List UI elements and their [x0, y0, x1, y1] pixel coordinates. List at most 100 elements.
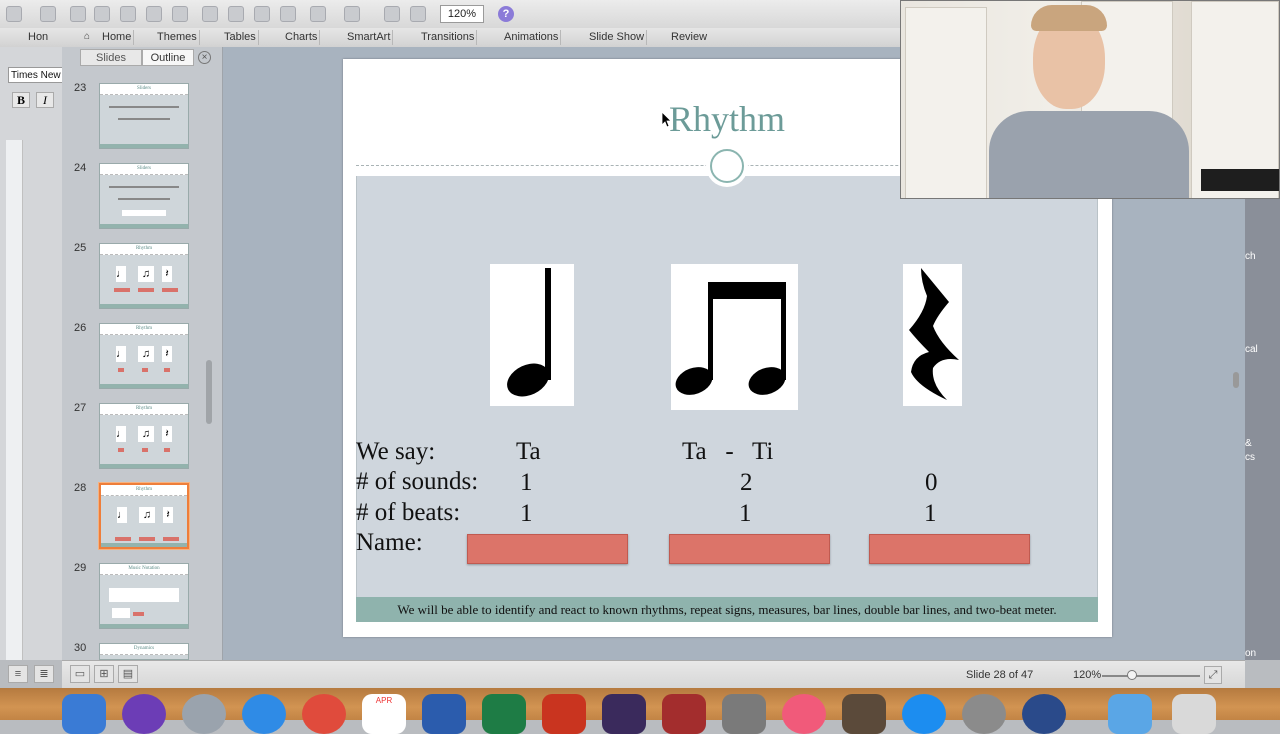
slide-thumbnail-23[interactable]: Sliders: [99, 83, 189, 149]
thumb-number: 25: [74, 242, 87, 254]
slides-view-tab[interactable]: Slides: [80, 49, 142, 66]
name-answer-box-3[interactable]: [869, 534, 1030, 564]
we-say-label: We say:: [356, 438, 436, 465]
edge-text: on: [1245, 648, 1257, 659]
cut-icon[interactable]: [202, 6, 218, 22]
redo-icon[interactable]: [344, 6, 360, 22]
music-app-icon[interactable]: [602, 694, 646, 734]
thumb-number: 30: [74, 642, 87, 654]
quarter-note-icon: [507, 268, 551, 397]
eighth-notes-icon: [675, 282, 786, 395]
tab-transitions[interactable]: Transitions: [419, 30, 478, 45]
editor-scrollbar[interactable]: [1233, 372, 1239, 388]
word-icon[interactable]: [422, 694, 466, 734]
chrome-icon[interactable]: [302, 694, 346, 734]
zoom-slider[interactable]: [1102, 675, 1200, 677]
copy-icon[interactable]: [228, 6, 244, 22]
fit-to-window-icon[interactable]: ⤢: [1204, 666, 1222, 684]
tab-smartart[interactable]: SmartArt: [345, 30, 394, 45]
excel-icon[interactable]: [482, 694, 526, 734]
quarter-note-image[interactable]: [490, 264, 574, 406]
presenter-view-icon[interactable]: ▤: [118, 665, 138, 683]
panel-scrollbar[interactable]: [206, 360, 212, 424]
outline-view-icon[interactable]: ≣: [34, 665, 54, 683]
slide-thumbnail-26[interactable]: Rhythm ♩ ♫ 𝄽: [99, 323, 189, 389]
edge-text: cs: [1245, 452, 1255, 463]
col2-beats: 1: [739, 500, 752, 527]
tab-themes[interactable]: Themes: [155, 30, 200, 45]
tab-home[interactable]: Home: [100, 30, 135, 45]
quarter-rest-icon: [909, 268, 959, 400]
safari-icon[interactable]: [242, 694, 286, 734]
paste-icon[interactable]: [254, 6, 270, 22]
slide-thumbnail-30[interactable]: Dynamics: [99, 643, 189, 660]
help-icon[interactable]: ?: [498, 6, 514, 22]
thumb-title: Sliders: [137, 86, 151, 91]
tab-slide-show[interactable]: Slide Show: [587, 30, 648, 45]
powerpoint-icon[interactable]: [542, 694, 586, 734]
system-preferences-icon[interactable]: [962, 694, 1006, 734]
list-view-icon[interactable]: ≡: [8, 665, 28, 683]
finder-icon[interactable]: [62, 694, 106, 734]
close-panel-icon[interactable]: ×: [198, 51, 211, 64]
outline-view-tab[interactable]: Outline: [142, 49, 194, 66]
new-from-template-icon[interactable]: [6, 6, 22, 22]
thumb-title: Rhythm: [135, 326, 153, 331]
thumb-number: 28: [74, 482, 87, 494]
tab-home-partial[interactable]: Hon: [26, 30, 50, 45]
vertical-ruler: [6, 140, 23, 660]
layout-icon[interactable]: [94, 6, 110, 22]
format-painter-icon[interactable]: [280, 6, 296, 22]
slide-thumbnail-25[interactable]: Rhythm ♩ ♫ 𝄽: [99, 243, 189, 309]
zoom-slider-knob[interactable]: [1127, 670, 1137, 680]
eighth-notes-image[interactable]: [671, 264, 798, 410]
slide-thumbnail-29[interactable]: Music Notation: [99, 563, 189, 629]
thumb-number: 26: [74, 322, 87, 334]
new-slide-icon[interactable]: [70, 6, 86, 22]
slide-thumbnail-24[interactable]: Sliders: [99, 163, 189, 229]
media-browser-icon[interactable]: [410, 6, 426, 22]
thumb-number: 27: [74, 402, 87, 414]
beats-label: # of beats:: [356, 499, 461, 526]
font-name-field[interactable]: Times New: [8, 67, 64, 83]
italic-button[interactable]: I: [36, 92, 54, 108]
quarter-rest-image[interactable]: [903, 264, 962, 406]
undo-icon[interactable]: [310, 6, 326, 22]
open-icon[interactable]: [120, 6, 136, 22]
save-icon[interactable]: [146, 6, 162, 22]
thumb-title: Dynamics: [133, 646, 155, 651]
sorter-view-icon[interactable]: ⊞: [94, 665, 114, 683]
print-icon[interactable]: [172, 6, 188, 22]
learning-target-footer: We will be able to identify and react to…: [356, 597, 1098, 622]
thumb-title: Rhythm: [135, 406, 153, 411]
slide-thumbnail-27[interactable]: Rhythm ♩ ♫ 𝄽: [99, 403, 189, 469]
tab-charts[interactable]: Charts: [283, 30, 321, 45]
tab-animations[interactable]: Animations: [502, 30, 562, 45]
siri-icon[interactable]: [122, 694, 166, 734]
background-window-edge: [1245, 199, 1280, 660]
gallery-icon[interactable]: [40, 6, 56, 22]
name-answer-box-1[interactable]: [467, 534, 628, 564]
tab-tables[interactable]: Tables: [222, 30, 259, 45]
col3-beats: 1: [924, 500, 937, 527]
slide-thumbnail-28[interactable]: Rhythm ♩ ♫ 𝄽: [99, 483, 189, 549]
col1-sounds: 1: [520, 469, 533, 496]
launchpad-icon[interactable]: [182, 694, 226, 734]
quicktime-icon[interactable]: [1022, 694, 1066, 734]
mouse-cursor-icon: [662, 112, 672, 128]
zoom-select[interactable]: 120%: [440, 5, 484, 23]
downloads-folder-icon[interactable]: [1108, 694, 1152, 734]
app-store-icon[interactable]: [902, 694, 946, 734]
calendar-icon[interactable]: APR: [362, 694, 406, 734]
trash-icon[interactable]: [1172, 694, 1216, 734]
dictionary-icon[interactable]: [662, 694, 706, 734]
tab-review[interactable]: Review: [669, 30, 709, 45]
bold-button[interactable]: B: [12, 92, 30, 108]
itunes-icon[interactable]: [782, 694, 826, 734]
sidebar-toggle-icon[interactable]: [384, 6, 400, 22]
script-editor-icon[interactable]: [842, 694, 886, 734]
calculator-icon[interactable]: [722, 694, 766, 734]
thumb-number: 24: [74, 162, 87, 174]
normal-view-icon[interactable]: ▭: [70, 665, 90, 683]
name-answer-box-2[interactable]: [669, 534, 830, 564]
